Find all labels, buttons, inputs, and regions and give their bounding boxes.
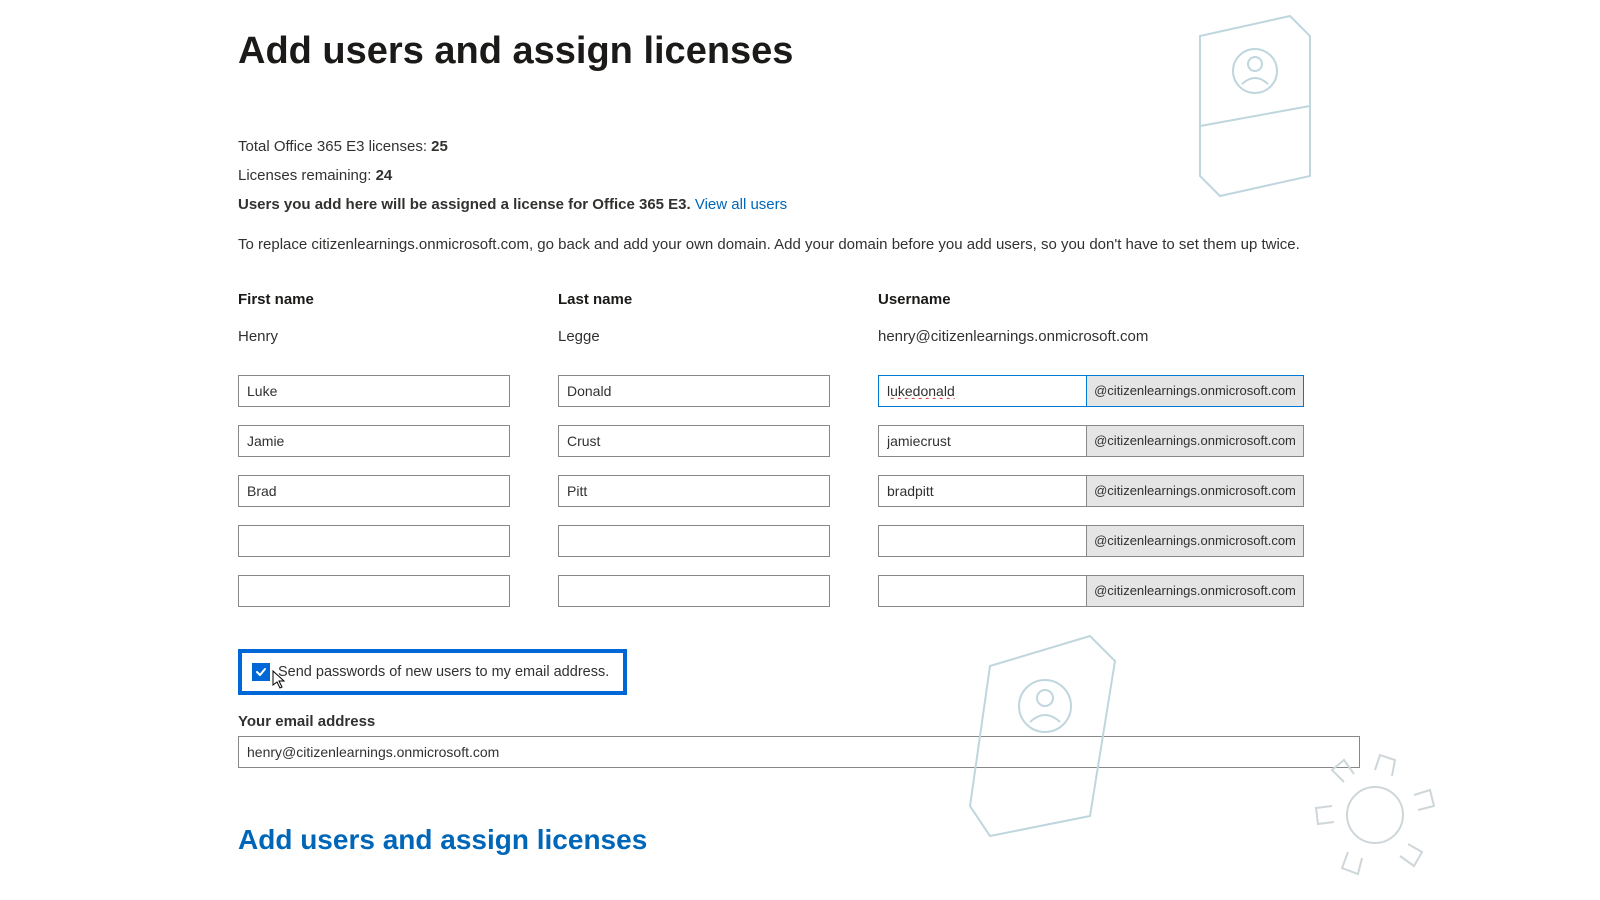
domain-suffix[interactable]: @citizenlearnings.onmicrosoft.com: [1086, 575, 1304, 607]
last-name-input[interactable]: [558, 475, 830, 507]
username-input[interactable]: [878, 575, 1086, 607]
username-cell: @citizenlearnings.onmicrosoft.com: [878, 425, 1304, 457]
users-grid: First name Last name Username Henry Legg…: [238, 291, 1360, 607]
last-name-input[interactable]: [558, 525, 830, 557]
last-name-input[interactable]: [558, 575, 830, 607]
assign-description: Users you add here will be assigned a li…: [238, 196, 691, 213]
first-name-input[interactable]: [238, 475, 510, 507]
total-licenses-value: 25: [431, 138, 448, 155]
first-name-input[interactable]: [238, 375, 510, 407]
user-input-row: @citizenlearnings.onmicrosoft.com: [238, 375, 1360, 407]
domain-suffix[interactable]: @citizenlearnings.onmicrosoft.com: [1086, 475, 1304, 507]
existing-user-row: Henry Legge henry@citizenlearnings.onmic…: [238, 326, 1360, 347]
email-address-label: Your email address: [238, 713, 1360, 730]
username-cell: @citizenlearnings.onmicrosoft.com: [878, 525, 1304, 557]
last-name-input[interactable]: [558, 375, 830, 407]
username-input[interactable]: [878, 375, 1086, 407]
email-address-input[interactable]: [238, 736, 1360, 768]
checkmark-icon: [255, 666, 267, 678]
view-all-users-link[interactable]: View all users: [695, 196, 787, 213]
send-passwords-label: Send passwords of new users to my email …: [278, 664, 609, 680]
first-name-input[interactable]: [238, 525, 510, 557]
user-card-illustration: [1170, 6, 1340, 206]
domain-suffix[interactable]: @citizenlearnings.onmicrosoft.com: [1086, 375, 1304, 407]
last-name-input[interactable]: [558, 425, 830, 457]
username-input[interactable]: [878, 525, 1086, 557]
send-passwords-checkbox[interactable]: [252, 663, 270, 681]
col-header-username: Username: [878, 291, 1304, 308]
domain-suffix[interactable]: @citizenlearnings.onmicrosoft.com: [1086, 525, 1304, 557]
header-row: First name Last name Username: [238, 291, 1360, 308]
user-input-row: @citizenlearnings.onmicrosoft.com: [238, 425, 1360, 457]
first-name-input[interactable]: [238, 425, 510, 457]
domain-hint: To replace citizenlearnings.onmicrosoft.…: [238, 236, 1360, 253]
gear-illustration: [1300, 740, 1450, 890]
existing-first-name: Henry: [238, 326, 510, 347]
col-header-first-name: First name: [238, 291, 510, 308]
existing-last-name: Legge: [558, 326, 830, 347]
remaining-licenses-value: 24: [376, 167, 393, 184]
col-header-last-name: Last name: [558, 291, 830, 308]
username-input[interactable]: [878, 425, 1086, 457]
username-cell: @citizenlearnings.onmicrosoft.com: [878, 575, 1304, 607]
remaining-licenses-label: Licenses remaining:: [238, 167, 371, 184]
username-input[interactable]: [878, 475, 1086, 507]
user-input-row: @citizenlearnings.onmicrosoft.com: [238, 525, 1360, 557]
username-cell: @citizenlearnings.onmicrosoft.com: [878, 475, 1304, 507]
username-cell: @citizenlearnings.onmicrosoft.com: [878, 375, 1304, 407]
send-passwords-checkbox-wrap[interactable]: Send passwords of new users to my email …: [238, 649, 627, 695]
bottom-section-title: Add users and assign licenses: [238, 824, 1360, 856]
user-input-row: @citizenlearnings.onmicrosoft.com: [238, 575, 1360, 607]
first-name-input[interactable]: [238, 575, 510, 607]
total-licenses-label: Total Office 365 E3 licenses:: [238, 138, 427, 155]
domain-suffix[interactable]: @citizenlearnings.onmicrosoft.com: [1086, 425, 1304, 457]
user-input-row: @citizenlearnings.onmicrosoft.com: [238, 475, 1360, 507]
user-card-illustration-2: [950, 626, 1140, 846]
existing-username: henry@citizenlearnings.onmicrosoft.com: [878, 326, 1304, 347]
